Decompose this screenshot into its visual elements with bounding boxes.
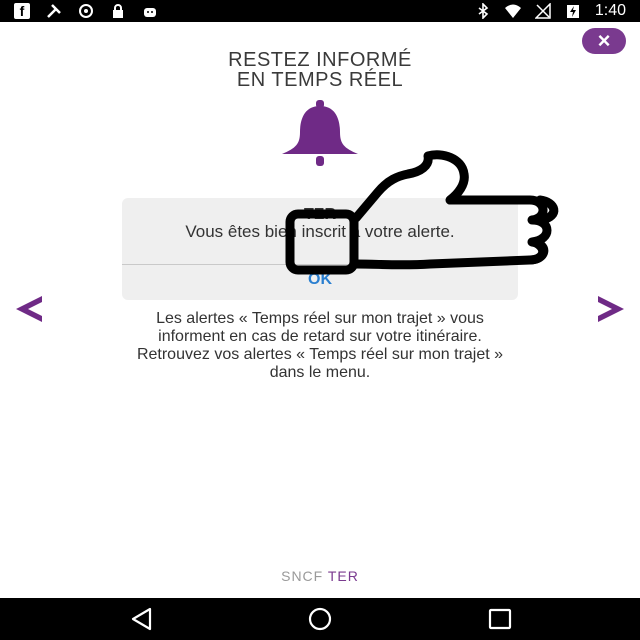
android-icon <box>144 8 156 17</box>
facebook-icon: f <box>14 3 30 19</box>
bluetooth-icon <box>478 3 489 19</box>
battery-charging-icon <box>566 5 579 18</box>
recents-icon[interactable] <box>486 606 514 632</box>
description-text: Les alertes « Temps réel sur mon trajet … <box>30 310 610 382</box>
status-right-icons: 1:40 <box>475 2 626 20</box>
description-line-2: informent en cas de retard sur votre iti… <box>158 328 482 345</box>
lock-icon <box>113 4 123 18</box>
page-title: RESTEZ INFORMÉ EN TEMPS RÉEL <box>120 50 520 90</box>
close-button[interactable]: × <box>582 28 626 54</box>
brand-sncf: SNCF <box>281 568 324 584</box>
tools-icon <box>47 4 61 18</box>
back-icon[interactable] <box>128 606 156 632</box>
status-left-icons: f <box>14 3 158 19</box>
title-line-1: RESTEZ INFORMÉ <box>228 49 412 71</box>
description-line-3: Retrouvez vos alertes « Temps réel sur m… <box>136 346 504 363</box>
brand-ter: TER <box>327 568 359 584</box>
status-bar: f 1:40 <box>0 0 640 22</box>
home-icon[interactable] <box>306 606 334 632</box>
navigation-bar <box>0 598 640 640</box>
location-icon <box>79 4 93 18</box>
description-line-4: dans le menu. <box>269 364 371 381</box>
wifi-icon <box>504 4 521 18</box>
no-signal-icon <box>534 3 551 19</box>
title-line-2: EN TEMPS RÉEL <box>236 69 404 91</box>
close-icon: × <box>597 28 611 53</box>
brand-logo: SNCF TER <box>0 568 640 584</box>
description-line-1: Les alertes « Temps réel sur mon trajet … <box>156 310 484 327</box>
status-time: 1:40 <box>594 2 626 19</box>
thumbs-up-icon <box>285 150 559 275</box>
